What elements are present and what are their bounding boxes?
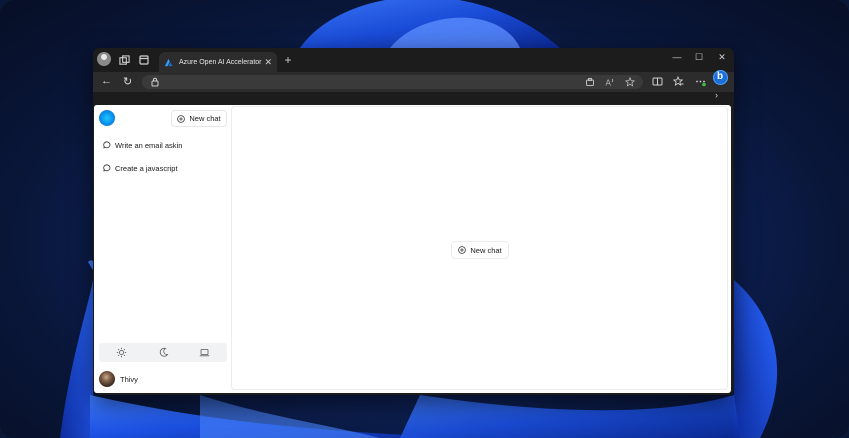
- title-bar: Azure Open AI Accelerator ✕ + — ☐ ✕: [93, 48, 734, 72]
- read-aloud-icon[interactable]: A: [605, 77, 615, 87]
- lock-icon[interactable]: [151, 77, 159, 87]
- history-item-label: Create a javascript: [115, 163, 178, 173]
- maximize-icon[interactable]: ☐: [693, 52, 705, 63]
- copilot-icon[interactable]: [713, 70, 728, 85]
- chat-main-panel: New chat: [231, 106, 728, 390]
- svg-text:A: A: [606, 79, 612, 88]
- workspaces-icon[interactable]: [117, 53, 131, 67]
- history-item-label: Write an email askin: [115, 140, 183, 150]
- chat-bubble-icon: [103, 164, 111, 172]
- history-item[interactable]: Write an email askin: [103, 139, 182, 151]
- avatar[interactable]: [99, 371, 115, 387]
- sun-icon[interactable]: [116, 347, 127, 358]
- chevron-right-icon[interactable]: ›: [715, 90, 718, 100]
- plus-circle-icon: [177, 114, 186, 123]
- azure-icon: [164, 58, 173, 66]
- plus-circle-icon: [458, 246, 467, 254]
- tab-active[interactable]: Azure Open AI Accelerator ✕: [159, 52, 277, 72]
- split-screen-icon[interactable]: [652, 76, 663, 87]
- address-bar[interactable]: A: [142, 75, 643, 89]
- app-logo: [99, 110, 115, 126]
- chat-sidebar: New chat Write an email askin Create a j…: [94, 105, 230, 393]
- refresh-icon[interactable]: ↻: [123, 75, 132, 88]
- minimize-icon[interactable]: —: [671, 52, 683, 62]
- laptop-icon[interactable]: [199, 347, 210, 358]
- browser-toolbar: ← ↻ A: [93, 72, 734, 92]
- favorites-icon[interactable]: [673, 76, 684, 87]
- user-profile[interactable]: Thivy: [99, 371, 138, 387]
- moon-icon[interactable]: [158, 347, 169, 358]
- web-app: New chat Write an email askin Create a j…: [94, 105, 731, 393]
- desktop: Azure Open AI Accelerator ✕ + — ☐ ✕ ← ↻ …: [0, 0, 849, 438]
- new-chat-center-button[interactable]: New chat: [451, 241, 509, 259]
- profile-icon[interactable]: [97, 52, 111, 66]
- tab-title: Azure Open AI Accelerator: [179, 58, 262, 66]
- favorite-star-icon[interactable]: [625, 77, 635, 87]
- theme-switcher: [99, 343, 227, 362]
- more-options-icon[interactable]: [695, 76, 706, 87]
- user-name: Thivy: [120, 374, 138, 384]
- close-window-icon[interactable]: ✕: [716, 52, 728, 63]
- new-chat-button[interactable]: New chat: [171, 110, 227, 127]
- new-chat-label: New chat: [189, 114, 221, 123]
- app-available-icon[interactable]: [585, 77, 595, 87]
- tab-actions-icon[interactable]: [137, 53, 151, 67]
- new-tab-icon[interactable]: +: [281, 53, 295, 67]
- chat-bubble-icon: [103, 141, 111, 149]
- tab-close-icon[interactable]: ✕: [264, 57, 272, 68]
- history-item[interactable]: Create a javascript: [103, 162, 178, 174]
- new-chat-center-label: New chat: [470, 245, 502, 255]
- back-icon[interactable]: ←: [101, 75, 112, 87]
- browser-window: Azure Open AI Accelerator ✕ + — ☐ ✕ ← ↻ …: [93, 48, 734, 395]
